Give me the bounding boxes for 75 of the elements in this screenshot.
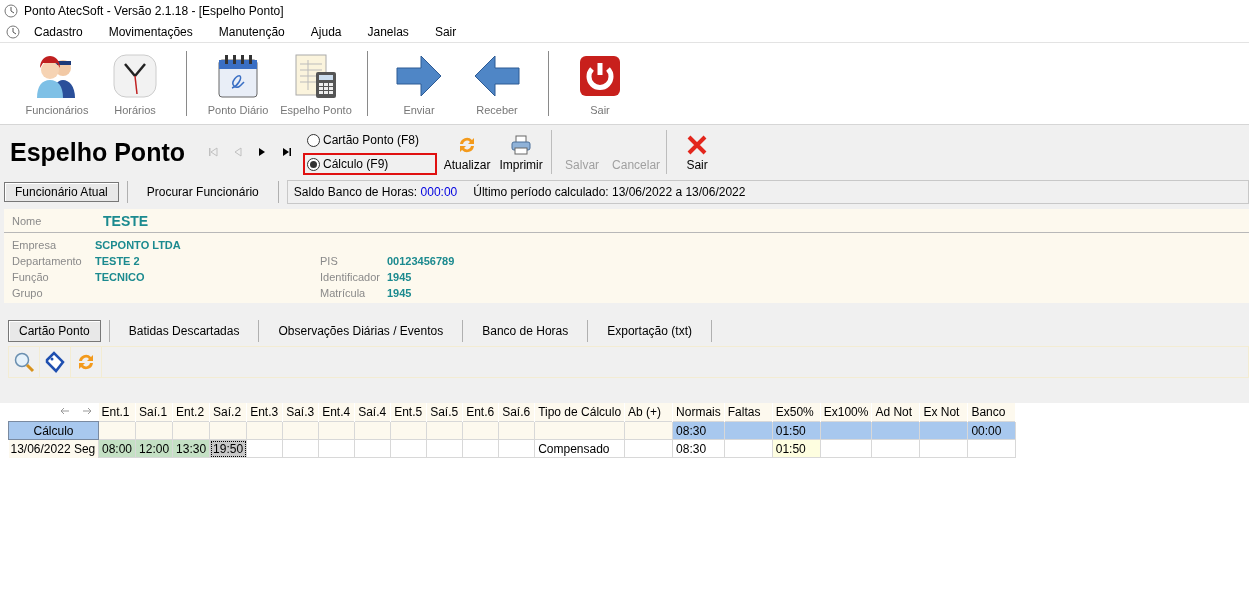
tab[interactable]: Banco de Horas [471, 319, 580, 342]
tab[interactable]: Cartão Ponto [8, 319, 101, 342]
column-header: Faltas [724, 403, 773, 422]
column-header: Normais [672, 403, 725, 422]
column-header: Ent.5 [390, 403, 427, 422]
column-header: Ex100% [820, 403, 872, 422]
scroll-arrows-icon[interactable] [58, 406, 93, 416]
radio-option[interactable]: Cálculo (F9) [303, 153, 438, 175]
form-title: Espelho Ponto [10, 137, 185, 167]
column-header: Saí.6 [498, 403, 535, 422]
search-icon [13, 351, 35, 373]
radio-option[interactable]: Cartão Ponto (F8) [303, 129, 438, 151]
tab[interactable]: Batidas Descartadas [117, 319, 251, 342]
tab[interactable]: Observações Diárias / Eventos [267, 319, 455, 342]
table-cell: 01:50 [772, 421, 821, 440]
toolbar-button[interactable]: Ponto Diário [201, 45, 275, 122]
column-header: Ab (+) [624, 403, 673, 422]
menu-item[interactable]: Manutenção [205, 25, 298, 39]
field-label: Grupo [11, 287, 44, 299]
column-header: Saí.2 [209, 403, 247, 422]
printer-icon [510, 134, 533, 156]
field-label: Matrícula [320, 287, 367, 299]
menu-item[interactable]: Janelas [354, 25, 422, 39]
close-icon [686, 134, 709, 156]
field-label: Nome [11, 214, 43, 227]
field-value: 1945 [387, 287, 413, 299]
column-header: Ad Not [871, 403, 920, 422]
column-header: Ent.4 [318, 403, 355, 422]
action-button[interactable]: Sair [671, 128, 724, 176]
column-header: Saí.5 [426, 403, 463, 422]
menu-item[interactable]: Movimentações [95, 25, 206, 39]
field-value: TESTE [103, 212, 149, 229]
column-header: Ent.1 [98, 403, 136, 422]
field-value: 1945 [387, 271, 413, 283]
column-header: Ent.6 [462, 403, 499, 422]
menu-item[interactable]: Cadastro [20, 25, 96, 39]
column-header: Ex50% [772, 403, 821, 422]
toolbar-button[interactable]: Espelho Ponto [279, 45, 353, 122]
period-text: Último período calculado: 13/06/2022 a 13/06/2022 [473, 185, 746, 199]
field-label: PIS [320, 255, 339, 267]
toolbar-button[interactable]: Funcionários [20, 45, 94, 122]
field-value: TESTE 2 [95, 255, 141, 267]
menu-item[interactable]: Sair [421, 25, 470, 39]
column-header: Banco [967, 403, 1016, 422]
clock-icon [6, 25, 20, 39]
action-button[interactable]: Imprimir [495, 128, 548, 176]
table-cell: 08:30 [672, 421, 725, 440]
field-label: Identificador [320, 271, 381, 283]
toolbar-button[interactable]: Receber [460, 45, 534, 122]
toolbar-button[interactable]: Sair [563, 45, 637, 122]
column-header: Ent.3 [246, 403, 283, 422]
field-value: 00123456789 [387, 255, 456, 267]
employee-tab[interactable]: Procurar Funcionário [135, 182, 270, 202]
employee-tab[interactable]: Funcionário Atual [4, 182, 119, 202]
window-title: Ponto AtecSoft - Versão 2.1.18 - [Espelho Ponto] [24, 4, 284, 18]
first-record-icon [207, 146, 221, 158]
column-header: Saí.3 [282, 403, 319, 422]
tag-icon [44, 351, 66, 373]
column-header: Ex Not [919, 403, 968, 422]
menu-item[interactable]: Ajuda [297, 25, 355, 39]
column-header: Ent.2 [172, 403, 210, 422]
balance-label: Saldo Banco de Horas: 000:00 [293, 185, 458, 199]
toolbar-button[interactable]: Enviar [382, 45, 456, 122]
clock-icon [111, 51, 159, 100]
tab[interactable]: Exportação (txt) [596, 319, 703, 342]
column-header: Saí.4 [354, 403, 391, 422]
field-value: TECNICO [95, 271, 146, 283]
column-header: Saí.1 [135, 403, 173, 422]
column-header: Tipo de Cálculo [534, 403, 625, 422]
row-label: Cálculo [8, 421, 99, 440]
table-cell: 00:00 [967, 421, 1016, 440]
toolbar-button[interactable]: Horários [98, 45, 172, 122]
action-button[interactable]: Atualizar [441, 128, 494, 176]
clock-icon [4, 4, 18, 18]
field-value: SCPONTO LTDA [95, 239, 182, 251]
